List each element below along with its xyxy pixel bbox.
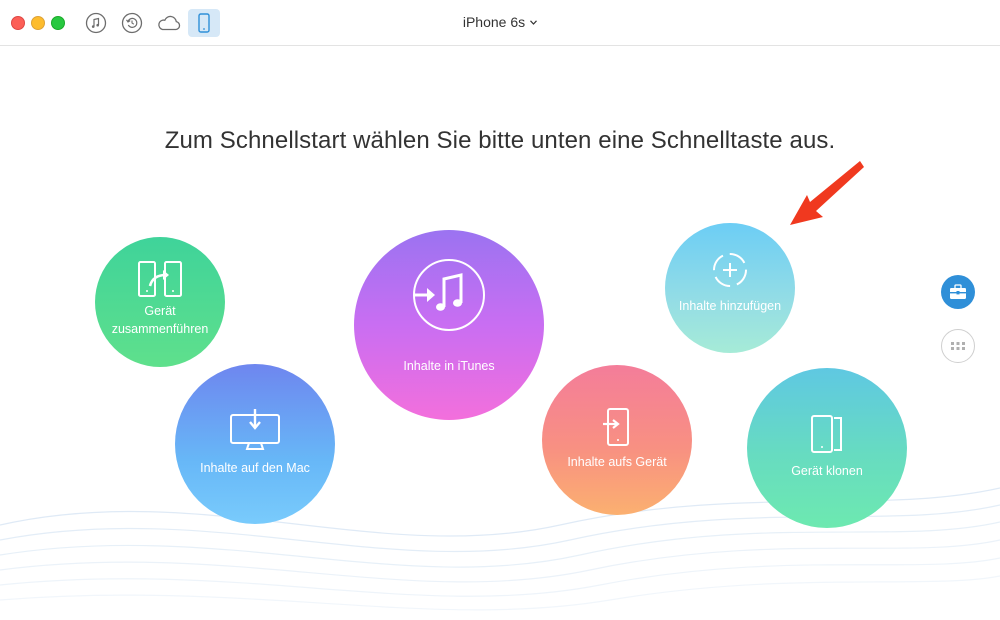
iphone-icon[interactable] <box>188 9 220 37</box>
itunes-transfer-icon <box>413 259 485 331</box>
clone-device-label: Gerät klonen <box>791 464 863 478</box>
merge-devices-button[interactable]: Gerät zusammenführen <box>95 237 225 367</box>
close-window-button[interactable] <box>11 16 25 30</box>
import-to-device-icon <box>603 408 629 446</box>
content-to-itunes-label: Inhalte in iTunes <box>403 359 495 373</box>
toolbox-button[interactable] <box>941 275 975 309</box>
add-content-button[interactable]: Inhalte hinzufügen <box>665 223 795 353</box>
device-name: iPhone 6s <box>462 14 526 30</box>
merge-devices-icon <box>138 261 182 297</box>
merge-label-line1: Gerät <box>144 304 176 318</box>
title-bar: iPhone 6s <box>0 0 1000 46</box>
grid-button[interactable] <box>941 329 975 363</box>
grid-icon <box>951 342 965 350</box>
content-to-mac-button[interactable]: Inhalte auf den Mac <box>175 364 335 524</box>
red-pointer-arrow <box>790 161 864 225</box>
zoom-window-button[interactable] <box>51 16 65 30</box>
content-to-itunes-button[interactable]: Inhalte in iTunes <box>354 230 544 420</box>
content-to-device-button[interactable]: Inhalte aufs Gerät <box>542 365 692 515</box>
clone-device-button[interactable]: Gerät klonen <box>747 368 907 528</box>
merge-label-line2: zusammenführen <box>111 322 209 336</box>
minimize-window-button[interactable] <box>31 16 45 30</box>
backup-icon[interactable] <box>120 11 144 35</box>
add-content-icon <box>713 253 747 287</box>
add-content-label: Inhalte hinzufügen <box>678 299 782 313</box>
page-heading: Zum Schnellstart wählen Sie bitte unten … <box>164 127 836 154</box>
download-to-mac-icon <box>230 409 280 450</box>
cloud-icon[interactable] <box>155 11 183 35</box>
content-to-device-label: Inhalte aufs Gerät <box>567 455 667 469</box>
device-selector[interactable]: iPhone 6s <box>462 14 538 30</box>
clone-device-icon <box>811 415 842 453</box>
content-to-mac-label: Inhalte auf den Mac <box>200 461 310 475</box>
music-icon[interactable] <box>84 11 108 35</box>
toolbox-icon <box>950 284 966 299</box>
chevron-down-icon <box>530 20 538 25</box>
